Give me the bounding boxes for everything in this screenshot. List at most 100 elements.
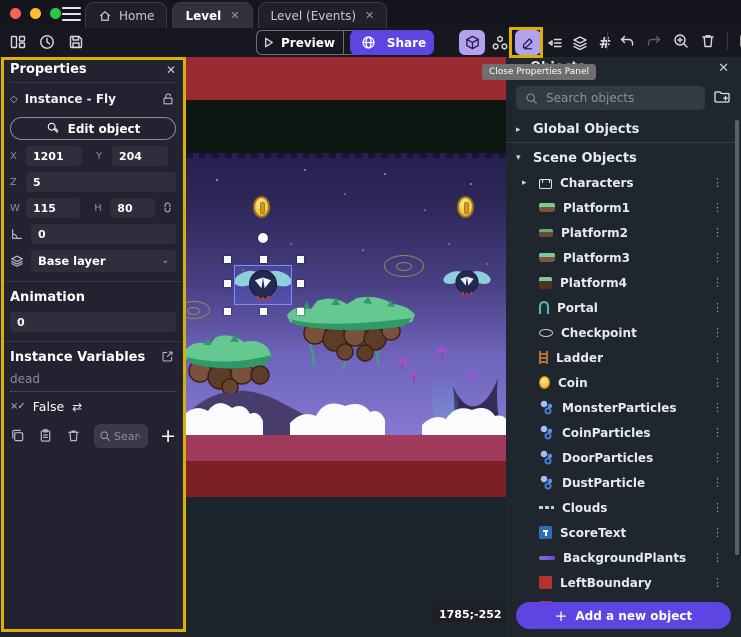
left-platform-sprite[interactable] xyxy=(186,335,274,393)
tab-close-icon[interactable]: ✕ xyxy=(365,9,374,22)
history-icon[interactable] xyxy=(36,31,58,53)
x-input[interactable] xyxy=(26,146,82,166)
add-folder-icon[interactable] xyxy=(713,89,733,107)
tab-level-events[interactable]: Level (Events) ✕ xyxy=(258,2,388,28)
object-row-monsterparticles[interactable]: MonsterParticles ⋮ xyxy=(506,395,735,420)
layer-select[interactable]: Base layer ⌄ xyxy=(31,250,176,272)
toggle-value-icon[interactable]: ⇄ xyxy=(72,400,82,414)
item-menu-icon[interactable]: ⋮ xyxy=(708,501,727,514)
save-icon[interactable] xyxy=(65,31,87,53)
item-menu-icon[interactable]: ⋮ xyxy=(708,401,727,414)
delete-icon[interactable] xyxy=(697,30,719,52)
selection-handle[interactable] xyxy=(224,280,231,287)
object-row-dustparticle[interactable]: DustParticle ⋮ xyxy=(506,470,735,495)
fly-instance-selected[interactable] xyxy=(235,264,291,304)
window-controls[interactable] xyxy=(10,8,61,19)
tab-level[interactable]: Level ✕ xyxy=(172,2,252,28)
object-row-doorparticles[interactable]: DoorParticles ⋮ xyxy=(506,445,735,470)
trash-icon[interactable] xyxy=(66,428,82,444)
object-groups-icon[interactable] xyxy=(488,32,512,54)
item-menu-icon[interactable]: ⋮ xyxy=(708,276,727,289)
objects-search-input[interactable] xyxy=(546,91,696,105)
close-window-icon[interactable] xyxy=(10,8,21,19)
3d-view-icon[interactable] xyxy=(459,30,485,55)
edit-object-button[interactable]: Edit object xyxy=(10,117,176,140)
coin-sprite[interactable] xyxy=(457,196,474,218)
object-row-backgroundplants[interactable]: BackgroundPlants ⋮ xyxy=(506,545,735,570)
item-menu-icon[interactable]: ⋮ xyxy=(708,201,727,214)
rotate-handle[interactable] xyxy=(258,233,268,243)
width-input[interactable] xyxy=(26,198,80,218)
item-menu-icon[interactable]: ⋮ xyxy=(708,251,727,264)
fly-monster-sprite[interactable] xyxy=(443,266,491,298)
coin-sprite[interactable] xyxy=(253,196,270,218)
panel-layout-icon[interactable] xyxy=(7,31,29,53)
edit-properties-icon[interactable] xyxy=(515,30,541,55)
item-menu-icon[interactable]: ⋮ xyxy=(708,526,727,539)
selection-handle[interactable] xyxy=(260,308,267,315)
redo-icon[interactable] xyxy=(643,30,665,52)
open-variables-editor-icon[interactable] xyxy=(161,350,176,365)
selection-handle[interactable] xyxy=(224,308,231,315)
layers-icon[interactable] xyxy=(569,32,591,54)
group-global-objects[interactable]: ▸ Global Objects xyxy=(506,117,735,143)
add-variable-button[interactable]: + xyxy=(160,427,176,446)
selection-handle[interactable] xyxy=(297,280,304,287)
main-menu-icon[interactable] xyxy=(62,7,81,21)
y-input[interactable] xyxy=(112,146,168,166)
item-menu-icon[interactable]: ⋮ xyxy=(708,426,727,439)
maximize-window-icon[interactable] xyxy=(50,8,61,19)
objects-search[interactable] xyxy=(516,86,705,110)
item-menu-icon[interactable]: ⋮ xyxy=(708,551,727,564)
close-objects-panel-icon[interactable]: ✕ xyxy=(718,61,729,76)
variable-value[interactable]: False xyxy=(33,399,64,414)
item-menu-icon[interactable]: ⋮ xyxy=(708,326,727,339)
height-input[interactable] xyxy=(110,198,155,218)
object-row-platform2[interactable]: Platform2 ⋮ xyxy=(506,220,735,245)
zoom-in-icon[interactable] xyxy=(670,30,692,52)
add-object-button[interactable]: + Add a new object xyxy=(516,602,731,629)
unlock-icon[interactable] xyxy=(161,92,176,107)
instances-list-icon[interactable] xyxy=(544,32,566,54)
close-properties-icon[interactable]: ✕ xyxy=(166,63,176,77)
object-row-platform4[interactable]: Platform4 ⋮ xyxy=(506,270,735,295)
item-menu-icon[interactable]: ⋮ xyxy=(708,226,727,239)
animation-input[interactable] xyxy=(10,312,176,332)
paste-icon[interactable] xyxy=(38,428,54,444)
minimize-window-icon[interactable] xyxy=(30,8,41,19)
selection-handle[interactable] xyxy=(297,308,304,315)
item-menu-icon[interactable]: ⋮ xyxy=(708,476,727,489)
z-input[interactable] xyxy=(26,172,176,192)
tab-close-icon[interactable]: ✕ xyxy=(230,9,239,22)
objects-scrollbar[interactable] xyxy=(735,120,739,555)
link-dimensions-icon[interactable] xyxy=(161,201,176,216)
object-row-portal[interactable]: Portal ⋮ xyxy=(506,295,735,320)
object-row-characters[interactable]: ▸ Characters ⋮ xyxy=(506,170,735,195)
item-menu-icon[interactable]: ⋮ xyxy=(708,176,727,189)
item-menu-icon[interactable]: ⋮ xyxy=(708,301,727,314)
item-menu-icon[interactable]: ⋮ xyxy=(708,376,727,389)
item-menu-icon[interactable]: ⋮ xyxy=(708,351,727,364)
angle-input[interactable] xyxy=(31,224,176,244)
scene-canvas[interactable]: 1785;-252 xyxy=(186,57,506,637)
selection-handle[interactable] xyxy=(297,256,304,263)
variables-search-input[interactable] xyxy=(114,430,140,443)
object-row-platform3[interactable]: Platform3 ⋮ xyxy=(506,245,735,270)
object-row-ladder[interactable]: Ladder ⋮ xyxy=(506,345,735,370)
copy-icon[interactable] xyxy=(10,428,26,444)
object-row-leftboundary[interactable]: LeftBoundary ⋮ xyxy=(506,570,735,595)
share-button[interactable]: Share xyxy=(350,30,434,55)
object-row-scoretext[interactable]: ScoreText ⋮ xyxy=(506,520,735,545)
selection-handle[interactable] xyxy=(260,256,267,263)
expand-icon[interactable]: ▸ xyxy=(522,178,531,188)
preview-button[interactable]: Preview ⌄ xyxy=(256,30,365,55)
object-row-clouds[interactable]: Clouds ⋮ xyxy=(506,495,735,520)
object-row-coin[interactable]: Coin ⋮ xyxy=(506,370,735,395)
scene-notes-icon[interactable] xyxy=(736,30,741,52)
object-row-checkpoint[interactable]: Checkpoint ⋮ xyxy=(506,320,735,345)
tab-home[interactable]: Home xyxy=(85,2,167,28)
object-row-platform1[interactable]: Platform1 ⋮ xyxy=(506,195,735,220)
variable-name[interactable]: dead xyxy=(10,369,176,392)
undo-icon[interactable] xyxy=(616,30,638,52)
variables-search[interactable] xyxy=(94,424,148,448)
